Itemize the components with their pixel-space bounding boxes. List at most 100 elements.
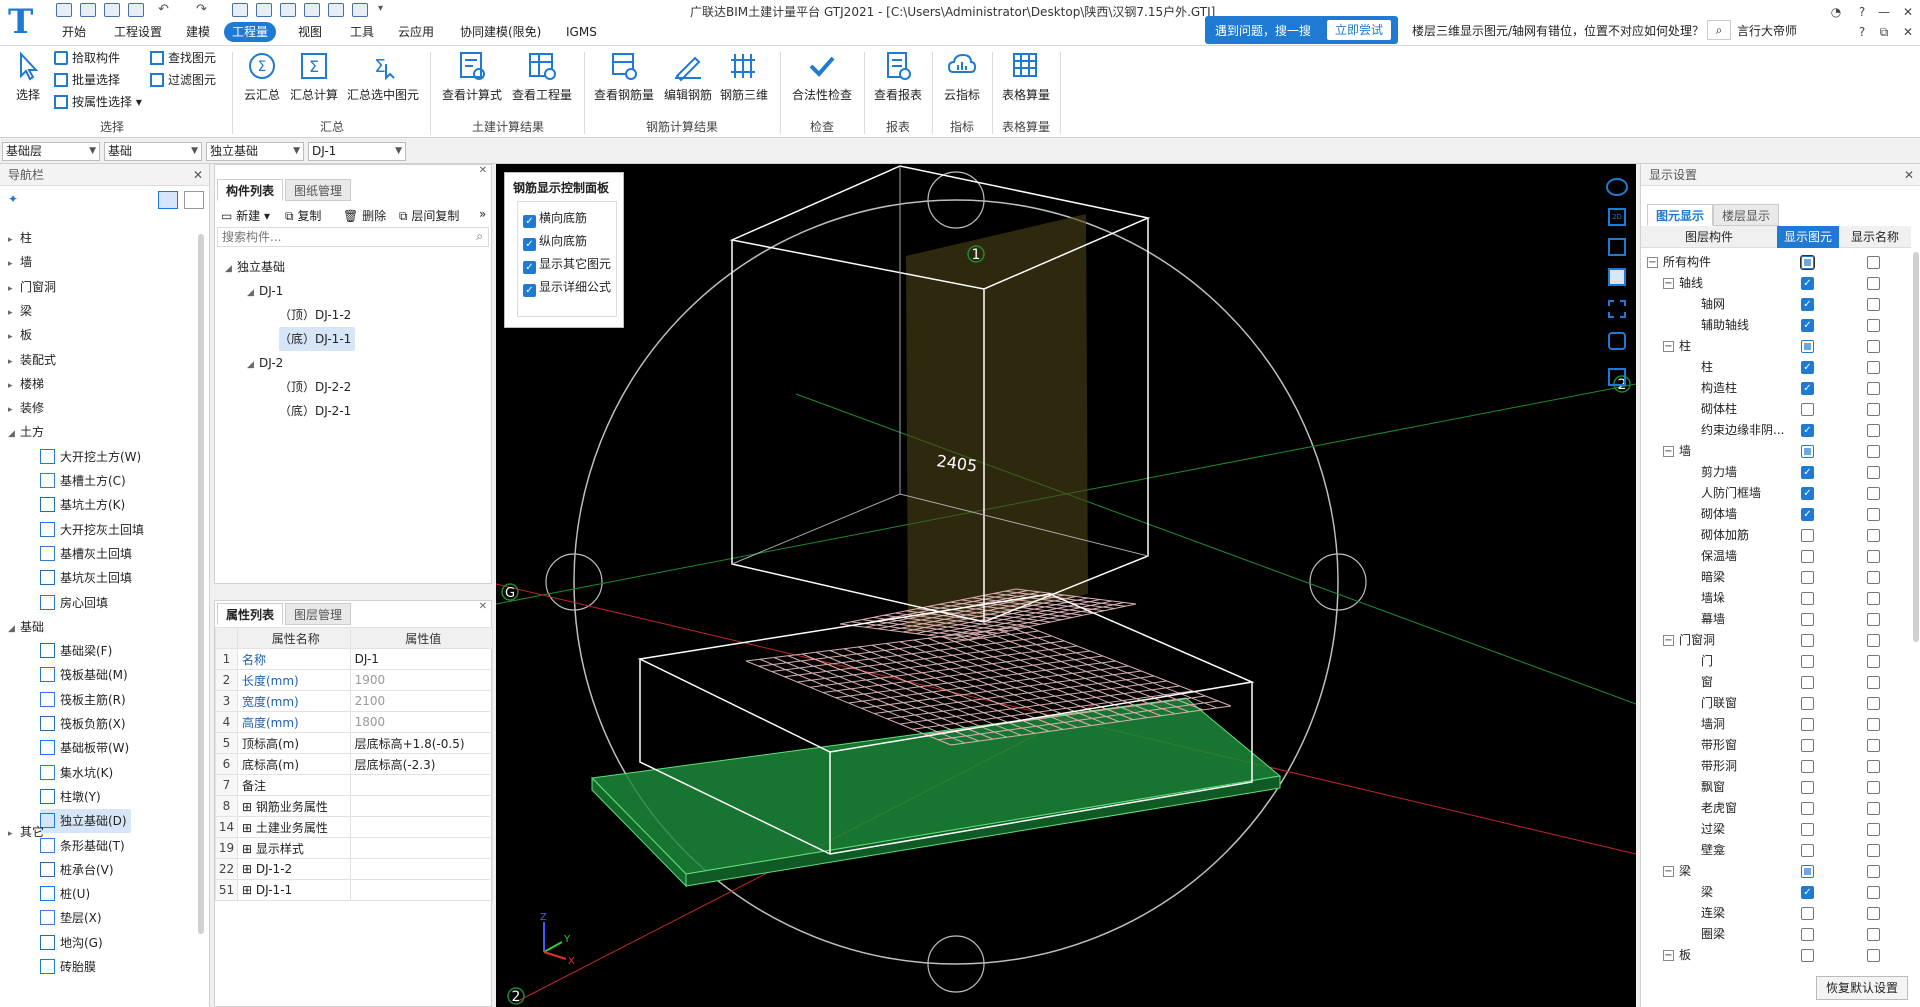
show-name-checkbox[interactable] (1867, 529, 1880, 542)
save-icon[interactable] (104, 3, 120, 17)
collapse-icon[interactable]: − (1663, 278, 1674, 289)
show-name-checkbox[interactable] (1867, 298, 1880, 311)
copy-between-floors-button[interactable]: ⧉ 层间复制 (399, 207, 459, 224)
nav-item[interactable]: ▸ 门窗洞 (8, 275, 56, 299)
collapse-icon[interactable]: − (1663, 446, 1674, 457)
pick-component-button[interactable]: 拾取构件 (54, 48, 120, 68)
show-name-checkbox[interactable] (1867, 739, 1880, 752)
nav-item[interactable]: 房心回填 (40, 591, 108, 615)
property-row[interactable]: 7 备注 (215, 774, 494, 796)
menu-quantities[interactable]: 工程量 (224, 22, 277, 42)
show-name-checkbox[interactable] (1867, 340, 1880, 353)
copy-component-button[interactable]: ⧉ 复制 (285, 207, 321, 224)
property-row[interactable]: 5 顶标高(m) 层底标高+1.8(-0.5) (215, 732, 494, 754)
show-name-checkbox[interactable] (1867, 571, 1880, 584)
nav-item[interactable]: 大开挖土方(W) (40, 445, 141, 469)
solid-view-icon[interactable] (1608, 268, 1626, 286)
show-name-checkbox[interactable] (1867, 508, 1880, 521)
show-element-checkbox[interactable] (1801, 592, 1814, 605)
close-document-icon[interactable]: ✕ (1894, 22, 1920, 42)
help-question[interactable]: 楼层三维显示图元/轴网有错位，位置不对应如何处理？ (1412, 22, 1712, 39)
nav-item[interactable]: 砖胎膜 (40, 955, 96, 979)
nav-item[interactable]: 集水坑(K) (40, 761, 113, 785)
nav-item[interactable]: ▸ 其它 (8, 820, 44, 844)
menu-project-settings[interactable]: 工程设置 (106, 22, 170, 42)
chevron-right-icon[interactable]: ▸ (8, 325, 20, 349)
3d-scene[interactable]: 2405 1 2 G 2 Z Y X (496, 164, 1636, 1007)
user-name[interactable]: 言行大帝师 (1737, 22, 1797, 39)
show-element-checkbox[interactable]: ✓ (1801, 886, 1814, 899)
summary-calc-button[interactable]: Σ 汇总计算 (288, 50, 340, 110)
nav-item[interactable]: 地沟(G) (40, 931, 103, 955)
component-dropdown[interactable]: DJ-1 ▼ (308, 142, 406, 161)
show-name-checkbox[interactable] (1867, 445, 1880, 458)
nav-item[interactable]: 基坑灰土回填 (40, 566, 132, 590)
show-name-checkbox[interactable] (1867, 865, 1880, 878)
nav-item[interactable]: 桩(U) (40, 882, 90, 906)
detail-view-icon[interactable] (184, 191, 204, 209)
menu-collab[interactable]: 协同建模(限免) (452, 22, 549, 42)
show-element-checkbox[interactable] (1801, 844, 1814, 857)
chevron-right-icon[interactable]: ▸ (8, 374, 20, 398)
nav-item[interactable]: ◢ 土方 (8, 420, 44, 444)
chevron-right-icon[interactable]: ▸ (8, 301, 20, 325)
property-row[interactable]: 3 宽度(mm) 2100 (215, 690, 494, 712)
property-value[interactable]: 层底标高+1.8(-0.5) (349, 732, 494, 754)
tree-node-dj-1[interactable]: ◢ DJ-1 (247, 279, 283, 303)
property-value[interactable] (349, 795, 494, 817)
show-name-checkbox[interactable] (1867, 277, 1880, 290)
quick-tool-4-icon[interactable] (304, 3, 320, 17)
property-value[interactable]: DJ-1 (349, 648, 494, 670)
expand-icon[interactable]: ⊞ (242, 800, 256, 814)
filter-element-button[interactable]: 过滤图元 (150, 70, 216, 90)
property-row[interactable]: 14 ⊞ 土建业务属性 (215, 816, 494, 838)
property-row[interactable]: 6 底标高(m) 层底标高(-2.3) (215, 753, 494, 775)
show-element-checkbox[interactable] (1801, 802, 1814, 815)
zoom-extents-icon[interactable] (1608, 300, 1626, 318)
expand-icon[interactable]: ⊞ (242, 821, 256, 835)
display-scrollbar[interactable] (1913, 252, 1919, 642)
property-row[interactable]: 51 ⊞ DJ-1-1 (215, 879, 494, 901)
tab-layer-management[interactable]: 图层管理 (285, 603, 352, 625)
show-element-checkbox[interactable] (1801, 949, 1814, 962)
close-icon[interactable]: ✕ (193, 164, 203, 186)
floor-dropdown[interactable]: 基础层 ▼ (2, 142, 100, 161)
show-name-checkbox[interactable] (1867, 592, 1880, 605)
nav-item[interactable]: 独立基础(D) (40, 809, 131, 833)
show-element-checkbox[interactable] (1801, 718, 1814, 731)
option-vertical-bottom-bar[interactable]: ✓ 纵向底筋 (523, 232, 587, 251)
show-element-checkbox[interactable] (1801, 571, 1814, 584)
nav-item[interactable]: 筏板主筋(R) (40, 688, 126, 712)
show-element-checkbox[interactable]: ✓ (1801, 298, 1814, 311)
tab-floor-display[interactable]: 楼层显示 (1713, 204, 1780, 226)
nav-item[interactable]: 垫层(X) (40, 906, 102, 930)
close-icon[interactable]: ✕ (479, 601, 487, 612)
property-value[interactable] (349, 774, 494, 796)
tab-property-list[interactable]: 属性列表 (217, 603, 284, 625)
show-name-checkbox[interactable] (1867, 718, 1880, 731)
validity-check-button[interactable]: 合法性检查 (790, 50, 854, 110)
option-horizontal-bottom-bar[interactable]: ✓ 横向底筋 (523, 209, 587, 228)
property-row[interactable]: 8 ⊞ 钢筋业务属性 (215, 795, 494, 817)
show-element-checkbox[interactable] (1801, 676, 1814, 689)
note-icon[interactable] (1608, 368, 1626, 386)
tree-node-dj-2-1[interactable]: （底）DJ-2-1 (279, 399, 351, 423)
view-report-button[interactable]: 查看报表 (872, 50, 924, 110)
quick-tool-1-icon[interactable] (232, 3, 248, 17)
show-element-checkbox[interactable]: ✓ (1801, 424, 1814, 437)
show-name-checkbox[interactable] (1867, 466, 1880, 479)
nav-item[interactable]: 柱墩(Y) (40, 785, 101, 809)
menu-modeling[interactable]: 建模 (178, 22, 218, 42)
restore-default-button[interactable]: 恢复默认设置 (1816, 976, 1908, 1000)
list-view-icon[interactable] (158, 191, 178, 209)
nav-item[interactable]: 筏板负筋(X) (40, 712, 126, 736)
show-name-checkbox[interactable] (1867, 634, 1880, 647)
batch-select-button[interactable]: 批量选择 (54, 70, 120, 90)
expand-icon[interactable]: ⊞ (242, 862, 256, 876)
select-button[interactable]: 选择 (8, 50, 48, 110)
menu-view[interactable]: 视图 (290, 22, 330, 42)
nav-item[interactable]: 基坑土方(K) (40, 493, 125, 517)
show-element-checkbox[interactable] (1801, 445, 1814, 458)
show-element-checkbox[interactable] (1801, 865, 1814, 878)
tab-component-list[interactable]: 构件列表 (217, 179, 284, 201)
